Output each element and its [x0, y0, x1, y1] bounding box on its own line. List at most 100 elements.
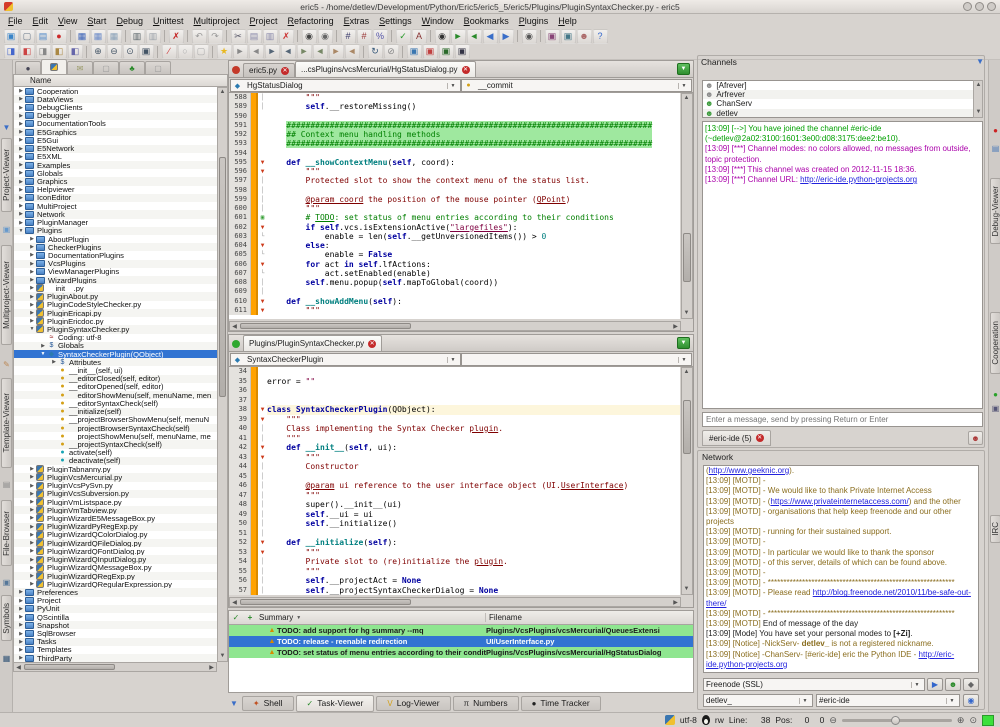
code-line[interactable]: 53 ▼ """: [229, 547, 680, 557]
tree-item[interactable]: ▶ DocumentationPlugins: [14, 251, 217, 259]
online-icon[interactable]: ●: [990, 390, 1000, 400]
dock-tab-symbols[interactable]: Symbols: [1, 595, 12, 641]
code-line[interactable]: 50 │ self.__initialize(): [229, 519, 680, 529]
bookmark-add-icon[interactable]: ★: [216, 44, 232, 59]
code-line[interactable]: 607 └ act.setEnabled(enable): [229, 268, 680, 278]
bottom-tab-time-tracker[interactable]: ● Time Tracker: [520, 695, 601, 711]
undo-icon[interactable]: ↶: [191, 28, 207, 44]
tree-item[interactable]: ● __projectBrowserSyntaxCheck(self): [14, 423, 217, 433]
tree-item[interactable]: ▶ E5Network: [14, 144, 217, 153]
expand-arrow-icon[interactable]: ▶: [17, 639, 25, 645]
message-input[interactable]: [702, 412, 983, 427]
code-line[interactable]: 39 ▼ """: [229, 414, 680, 424]
search-prev-icon[interactable]: ◄: [466, 28, 482, 44]
tree-item[interactable]: ▶ PluginWizardE5MessageBox.py: [14, 514, 217, 522]
tree-item[interactable]: ▶ PluginWizardQRegExp.py: [14, 571, 217, 581]
tree-horizontal-scrollbar[interactable]: ◀ ▶: [13, 662, 217, 672]
scroll-up-icon[interactable]: ▲: [218, 88, 227, 97]
maximize-button[interactable]: [975, 2, 984, 11]
tree-item[interactable]: ▶ PluginTabnanny.py: [14, 465, 217, 473]
code-line[interactable]: 605 └ enable = False: [229, 250, 680, 260]
tree-item[interactable]: ● __editorSyntaxCheck(self): [14, 399, 217, 407]
code-line[interactable]: 588 │ """: [229, 93, 680, 103]
scroll-down-icon[interactable]: ▼: [974, 108, 983, 117]
tree-item[interactable]: ▶ VcsPlugins: [14, 259, 217, 268]
expand-arrow-icon[interactable]: ▶: [17, 105, 25, 111]
bottom-tab-task-viewer[interactable]: ✓ Task-Viewer: [295, 694, 375, 712]
stop-icon[interactable]: ⊘: [383, 44, 399, 59]
goto-percent-icon[interactable]: %: [372, 28, 388, 44]
expand-arrow-icon[interactable]: ▶: [17, 113, 25, 119]
tree-item[interactable]: ▶ CheckerPlugins: [14, 243, 217, 252]
menu-unittest[interactable]: Unittest: [148, 16, 189, 26]
dock-tab-multiproject-viewer[interactable]: Multiproject-Viewer: [1, 245, 12, 345]
tree-item[interactable]: ▶ PluginVcsSubversion.py: [14, 489, 217, 498]
zoom-out-icon[interactable]: ⊖: [829, 715, 837, 726]
scroll-left-icon[interactable]: ◀: [230, 599, 239, 608]
redo-icon[interactable]: ↷: [207, 28, 223, 44]
encoding-indicator[interactable]: utf-8: [680, 715, 697, 725]
tree-item[interactable]: ▶ Snapshot: [14, 621, 217, 630]
new-document-icon[interactable]: ▢: [19, 28, 35, 44]
tree-item[interactable]: ● __projectSyntaxCheck(self): [14, 440, 217, 449]
goto-line-icon[interactable]: #: [340, 28, 356, 44]
tab-sources[interactable]: ●: [15, 61, 41, 74]
fold-collapse-icon[interactable]: ▼: [258, 157, 267, 167]
tree-item[interactable]: ▶ DocumentationTools: [14, 120, 217, 128]
shell-window-icon[interactable]: ▣: [438, 44, 454, 59]
expand-arrow-icon[interactable]: ▶: [17, 137, 25, 143]
expand-arrow-icon[interactable]: ▶: [28, 491, 36, 497]
tree-item[interactable]: ▶ Examples: [14, 160, 217, 170]
print-icon[interactable]: ▥: [129, 28, 145, 44]
expand-arrow-icon[interactable]: ▶: [17, 211, 25, 217]
task-row[interactable]: ▲ TODO: add support for hg summary --mq Pl…: [229, 625, 693, 636]
new-window-icon[interactable]: ▣: [3, 28, 19, 44]
code-line[interactable]: 37: [229, 395, 680, 405]
code-line[interactable]: 590: [229, 111, 680, 121]
code-line[interactable]: 606 ▼ for act in self.lfActions:: [229, 259, 680, 269]
code-line[interactable]: 51 │: [229, 528, 680, 538]
code-line[interactable]: 608 │ self.menu.popup(self.mapToGlobal(co…: [229, 278, 680, 288]
save-all-icon[interactable]: ▦: [106, 28, 122, 44]
go-back-icon[interactable]: ◀: [482, 28, 498, 44]
tree-item[interactable]: ▶ E5Gui: [14, 136, 217, 144]
zoom-in-icon[interactable]: ⊕: [957, 715, 965, 726]
connect-server-button[interactable]: ▶: [927, 678, 943, 691]
tree-item[interactable]: ● __editorShowMenu(self, menuName, men: [14, 391, 217, 400]
help-icon[interactable]: ?: [592, 28, 608, 44]
tree-item[interactable]: ▶ PluginManager: [14, 219, 217, 227]
close-tab-icon[interactable]: ✕: [461, 65, 470, 74]
expand-arrow-icon[interactable]: ▶: [17, 598, 25, 604]
expand-arrow-icon[interactable]: ▶: [50, 359, 58, 365]
expand-arrow-icon[interactable]: ▶: [28, 277, 36, 283]
refresh-icon[interactable]: ↻: [367, 44, 383, 59]
menu-help[interactable]: Help: [553, 16, 582, 26]
expand-arrow-icon[interactable]: ▶: [28, 565, 36, 571]
expand-arrow-icon[interactable]: ▶: [17, 647, 25, 653]
dock-tab-cooperation[interactable]: Cooperation: [990, 312, 1000, 374]
go-forward-icon[interactable]: ▶: [498, 28, 514, 44]
tree-item[interactable]: ▼ Plugins: [14, 226, 217, 235]
expand-arrow-icon[interactable]: ▶: [28, 524, 36, 530]
code-line[interactable]: 592 ## Context menu handling methods: [229, 130, 680, 140]
tree-item[interactable]: ▶ Tasks: [14, 637, 217, 646]
tree-item[interactable]: ▶ AboutPlugin: [14, 235, 217, 243]
book-icon[interactable]: ▤: [1, 480, 12, 490]
code-line[interactable]: 594: [229, 148, 680, 158]
code-line[interactable]: 610 ▼ def __showAddMenu(self):: [229, 296, 680, 306]
code-line[interactable]: 38 ▼ class SyntaxCheckerPlugin(QObject):: [229, 405, 680, 415]
scroll-right-icon[interactable]: ▶: [671, 599, 680, 608]
expand-arrow-icon[interactable]: ▶: [28, 515, 36, 521]
tree-item[interactable]: ▶ PluginVcsPySvn.py: [14, 482, 217, 490]
wrap-icon[interactable]: ▢: [193, 44, 209, 59]
menu-project[interactable]: Project: [245, 16, 283, 26]
change-prev-icon[interactable]: ◄: [312, 44, 328, 59]
record-icon[interactable]: ●: [990, 126, 1000, 136]
tree-item[interactable]: ● __editorClosed(self, editor): [14, 374, 217, 383]
tree-item[interactable]: ≈ Coding: utf-8: [14, 334, 217, 342]
code-line[interactable]: 34: [229, 367, 680, 377]
viewmanager-icon[interactable]: ▣: [560, 28, 576, 44]
away-button[interactable]: ☻: [945, 678, 961, 691]
expand-arrow-icon[interactable]: ▶: [17, 614, 25, 620]
tree-item[interactable]: ▶ PluginWizardQFontDialog.py: [14, 547, 217, 555]
